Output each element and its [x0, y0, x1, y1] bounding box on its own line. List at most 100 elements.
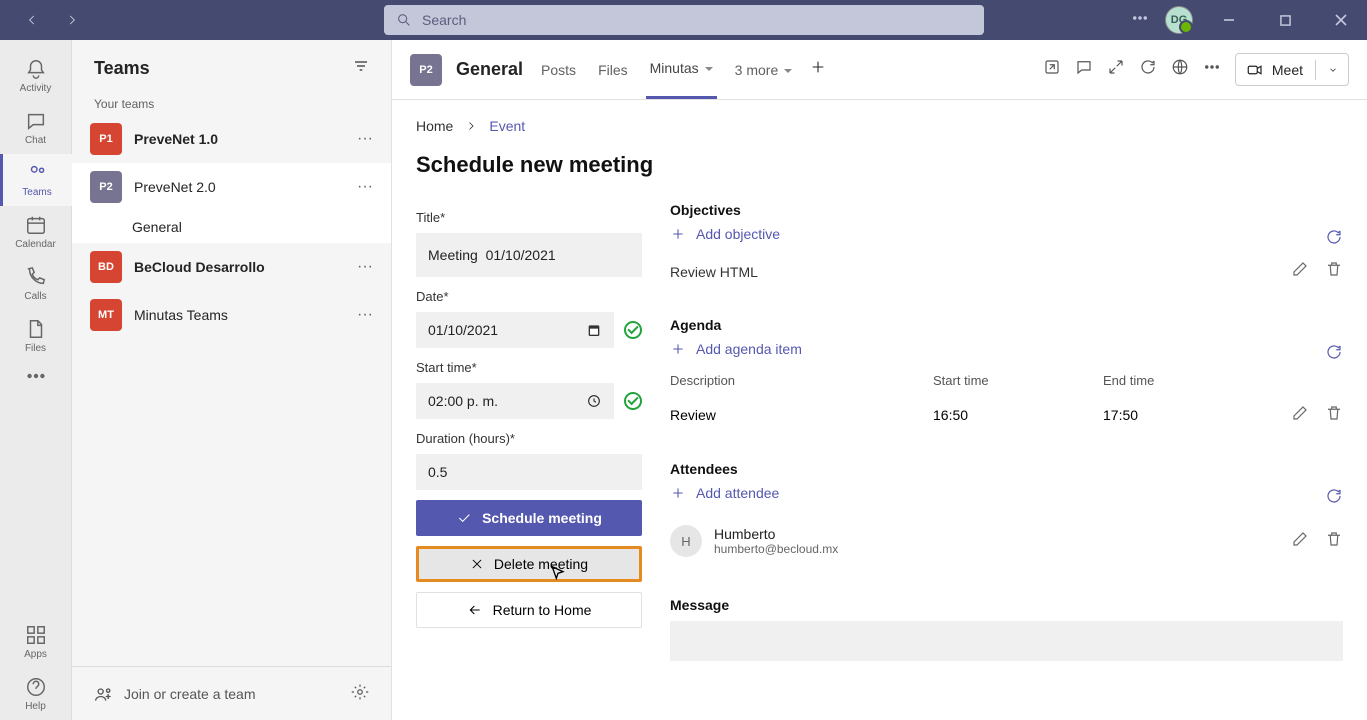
expand-icon[interactable] [1107, 58, 1125, 81]
your-teams-label: Your teams [72, 91, 391, 115]
app-rail: Activity Chat Teams Calendar Calls Files [0, 40, 72, 720]
breadcrumb: Home Event [416, 118, 1343, 134]
teams-panel: Teams Your teams P1 PreveNet 1.0 ··· P2 … [72, 40, 392, 720]
teams-title: Teams [94, 58, 150, 79]
agenda-title: Agenda [670, 317, 1343, 333]
date-input[interactable]: 01/10/2021 [416, 312, 614, 348]
more-icon[interactable] [1203, 58, 1221, 81]
title-input[interactable] [416, 233, 642, 277]
rail-apps[interactable]: Apps [0, 616, 72, 668]
refresh-icon[interactable] [1325, 343, 1343, 366]
crumb-home[interactable]: Home [416, 118, 453, 134]
edit-icon[interactable] [1291, 404, 1309, 425]
schedule-button[interactable]: Schedule meeting [416, 500, 642, 536]
settings-icon[interactable] [351, 683, 369, 704]
valid-icon [624, 321, 642, 339]
refresh-icon[interactable] [1325, 228, 1343, 251]
start-input[interactable]: 02:00 p. m. [416, 383, 614, 419]
add-attendee[interactable]: Add attendee [670, 485, 779, 501]
team-badge: MT [90, 299, 122, 331]
delete-icon[interactable] [1325, 260, 1343, 283]
rail-chat[interactable]: Chat [0, 102, 72, 154]
minimize-button[interactable] [1209, 0, 1249, 40]
crumb-event[interactable]: Event [489, 118, 525, 134]
rail-calendar[interactable]: Calendar [0, 206, 72, 258]
conversation-icon[interactable] [1075, 58, 1093, 81]
title-label: Title* [416, 210, 642, 225]
chevron-right-icon [465, 120, 477, 132]
search-box[interactable]: Search [384, 5, 984, 35]
chevron-down-icon [1328, 65, 1338, 75]
refresh-icon[interactable] [1325, 487, 1343, 510]
attendee-name: Humberto [714, 526, 838, 542]
forward-button[interactable] [58, 6, 86, 34]
add-tab-button[interactable] [810, 59, 826, 80]
check-icon [456, 510, 472, 526]
attendee-email: humberto@becloud.mx [714, 542, 838, 556]
main: P2 General Posts Files Minutas 3 more Me… [392, 40, 1367, 720]
team-label: BeCloud Desarrollo [134, 259, 345, 275]
rail-teams[interactable]: Teams [0, 154, 72, 206]
team-label: PreveNet 2.0 [134, 179, 345, 195]
team-label: PreveNet 1.0 [134, 131, 345, 147]
valid-icon [624, 392, 642, 410]
team-more-icon[interactable]: ··· [357, 306, 373, 324]
calendar-icon[interactable] [586, 322, 602, 338]
attendees-title: Attendees [670, 461, 1343, 477]
join-create-team[interactable]: Join or create a team [94, 684, 256, 704]
team-row[interactable]: BD BeCloud Desarrollo ··· [72, 243, 391, 291]
team-more-icon[interactable]: ··· [357, 178, 373, 196]
clock-icon[interactable] [586, 393, 602, 409]
team-row[interactable]: P2 PreveNet 2.0 ··· [72, 163, 391, 211]
tab-more[interactable]: 3 more [731, 42, 797, 98]
delete-icon[interactable] [1325, 404, 1343, 425]
x-icon [470, 557, 484, 571]
team-label: Minutas Teams [134, 307, 345, 323]
rail-files[interactable]: Files [0, 310, 72, 362]
person-avatar: H [670, 525, 702, 557]
delete-icon[interactable] [1325, 530, 1343, 553]
add-agenda[interactable]: Add agenda item [670, 341, 802, 357]
tab-posts[interactable]: Posts [537, 42, 580, 98]
filter-icon[interactable] [353, 58, 369, 79]
plus-icon [670, 226, 686, 242]
team-row[interactable]: MT Minutas Teams ··· [72, 291, 391, 339]
rail-more[interactable] [0, 362, 72, 393]
edit-icon[interactable] [1291, 530, 1309, 553]
more-icon[interactable] [1131, 9, 1149, 32]
delete-button[interactable]: Delete meeting [416, 546, 642, 582]
tab-files[interactable]: Files [594, 42, 632, 98]
team-badge: P2 [90, 171, 122, 203]
channel-header: P2 General Posts Files Minutas 3 more Me… [392, 40, 1367, 100]
tab-minutas[interactable]: Minutas [646, 40, 717, 99]
team-row[interactable]: P1 PreveNet 1.0 ··· [72, 115, 391, 163]
message-input[interactable] [670, 621, 1343, 661]
back-button[interactable] [18, 6, 46, 34]
globe-icon[interactable] [1171, 58, 1189, 81]
add-objective[interactable]: Add objective [670, 226, 780, 242]
edit-icon[interactable] [1291, 260, 1309, 283]
duration-label: Duration (hours)* [416, 431, 642, 446]
team-badge: P1 [90, 123, 122, 155]
objectives-title: Objectives [670, 202, 1343, 218]
avatar[interactable]: DG [1165, 6, 1193, 34]
channel-title: General [456, 59, 523, 80]
team-more-icon[interactable]: ··· [357, 258, 373, 276]
team-more-icon[interactable]: ··· [357, 130, 373, 148]
rail-calls[interactable]: Calls [0, 258, 72, 310]
return-button[interactable]: Return to Home [416, 592, 642, 628]
channel-general[interactable]: General [72, 211, 391, 243]
duration-input[interactable] [416, 454, 642, 490]
search-placeholder: Search [422, 12, 466, 28]
meet-button[interactable]: Meet [1235, 53, 1349, 86]
search-icon [396, 12, 412, 28]
reload-icon[interactable] [1139, 58, 1157, 81]
rail-activity[interactable]: Activity [0, 50, 72, 102]
rail-help[interactable]: Help [0, 668, 72, 720]
date-label: Date* [416, 289, 642, 304]
titlebar: Search DG [0, 0, 1367, 40]
agenda-header: Description Start time End time [670, 367, 1343, 394]
maximize-button[interactable] [1265, 0, 1305, 40]
close-button[interactable] [1321, 0, 1361, 40]
tab-app-icon[interactable] [1043, 58, 1061, 81]
